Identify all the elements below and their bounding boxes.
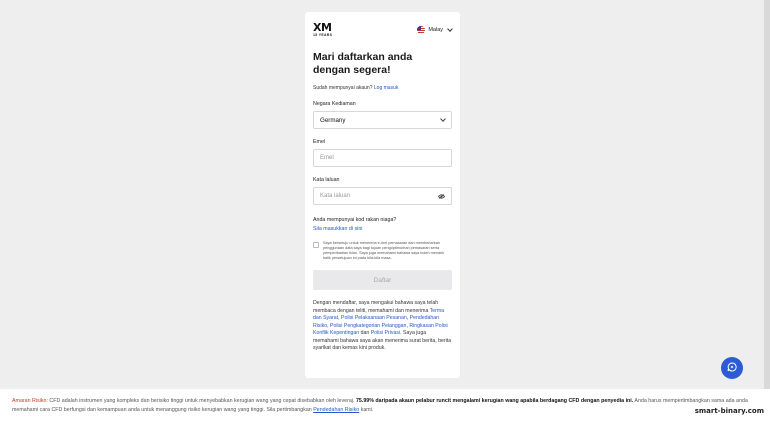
risk-warning-label: Amaran Risiko: xyxy=(12,398,48,404)
eye-off-icon[interactable] xyxy=(438,193,445,199)
email-field[interactable]: Emel xyxy=(313,149,452,167)
risk-warning-footer: Amaran Risiko: CFD adalah instrumen yang… xyxy=(0,389,770,421)
risk-text-bold: 75.99% daripada akaun pelabur runcit men… xyxy=(355,398,634,404)
risk-text-1: CFD adalah instrumen yang kompleks dan b… xyxy=(49,398,355,404)
signup-card: XM 15 YEARS Malay Mari daftarkan anda de… xyxy=(305,12,460,378)
privacy-policy-link[interactable]: Polisi Privasi xyxy=(371,330,400,336)
client-categorisation-link[interactable]: Polisi Pengkategorian Pelanggan xyxy=(330,323,406,329)
consent-text: Saya bersetuju untuk menerima e-mel pema… xyxy=(323,241,445,260)
window-scrollbar[interactable] xyxy=(764,0,770,421)
chat-button[interactable] xyxy=(721,357,743,379)
language-selector[interactable]: Malay xyxy=(417,26,453,34)
language-label: Malay xyxy=(428,27,443,33)
promo-question: Anda mempunyai kod rakan niaga? xyxy=(313,217,397,223)
watermark: smart-binary.com xyxy=(694,407,764,415)
terms-text: Dengan mendaftar, saya mengakui bahawa s… xyxy=(313,300,452,351)
login-prompt: Sudah mempunyai akaun? Log masuk xyxy=(313,85,452,91)
risk-disclosure-footer-link[interactable]: Pendedahan Risiko xyxy=(313,407,359,413)
xm-logo[interactable]: XM 15 YEARS xyxy=(313,22,332,38)
card-header: XM 15 YEARS Malay xyxy=(313,20,453,40)
login-link[interactable]: Log masuk xyxy=(374,85,398,91)
chevron-down-icon xyxy=(447,26,453,32)
marketing-consent: Saya bersetuju untuk menerima e-mel pema… xyxy=(313,241,452,261)
risk-text-3: kami. xyxy=(360,406,374,413)
logo-subtitle: 15 YEARS xyxy=(313,33,333,37)
country-label: Negara Kediaman xyxy=(313,101,356,107)
password-label: Kata laluan xyxy=(313,177,340,183)
consent-checkbox[interactable] xyxy=(313,242,319,248)
email-placeholder: Emel xyxy=(320,155,334,161)
register-button[interactable]: Daftar xyxy=(313,270,452,290)
promo-code-link[interactable]: Sila masukkan di sini xyxy=(313,226,452,232)
page-title: Mari daftarkan anda dengan segera! xyxy=(313,51,413,76)
chat-icon xyxy=(727,359,737,377)
flag-icon xyxy=(417,26,426,34)
logo-mark: XM xyxy=(313,21,332,34)
password-placeholder: Kata laluan xyxy=(320,193,351,199)
chevron-down-icon xyxy=(440,116,446,122)
terms-and: dan xyxy=(360,330,370,336)
have-account-text: Sudah mempunyai akaun? xyxy=(313,85,373,91)
password-field[interactable]: Kata laluan xyxy=(313,187,452,205)
order-execution-link[interactable]: Polisi Pelaksanaan Pesanan xyxy=(341,315,407,321)
country-select[interactable]: Germany xyxy=(313,111,452,129)
country-value: Germany xyxy=(320,116,346,124)
terms-intro: Dengan mendaftar, saya mengakui bahawa s… xyxy=(313,300,439,314)
email-label: Emel xyxy=(313,139,326,145)
